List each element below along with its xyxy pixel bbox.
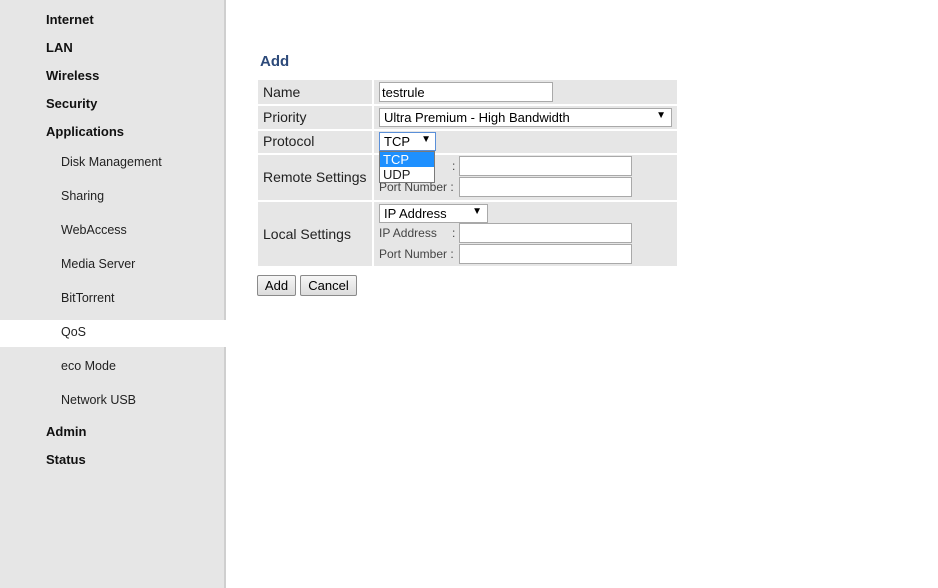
remote-ip-colon: : — [452, 159, 456, 173]
local-ip-colon: : — [452, 226, 456, 240]
nav-eco-mode[interactable]: eco Mode — [61, 359, 116, 373]
local-ip-input[interactable] — [459, 223, 632, 243]
remote-ip-input[interactable] — [459, 156, 632, 176]
nav-bittorrent[interactable]: BitTorrent — [61, 291, 115, 305]
protocol-option-tcp[interactable]: TCP — [380, 152, 434, 167]
nav-status[interactable]: Status — [46, 452, 86, 467]
priority-select[interactable]: Ultra Premium - High Bandwidth ▼ — [379, 108, 672, 127]
page-title: Add — [260, 53, 290, 70]
local-ip-label: IP Address — [379, 226, 437, 240]
name-input[interactable] — [379, 82, 553, 102]
nav-qos[interactable]: QoS — [61, 325, 86, 339]
remote-settings-label: Remote Settings — [263, 169, 367, 185]
qos-rule-form: Name Priority Ultra Premium - High Bandw… — [258, 80, 677, 266]
sidebar: Internet LAN Wireless Security Applicati… — [0, 0, 228, 588]
nav-sharing[interactable]: Sharing — [61, 189, 104, 203]
remote-port-input[interactable] — [459, 177, 632, 197]
add-button[interactable]: Add — [257, 275, 296, 296]
protocol-option-udp[interactable]: UDP — [380, 167, 434, 182]
nav-admin[interactable]: Admin — [46, 424, 86, 439]
chevron-down-icon: ▼ — [472, 206, 482, 217]
remote-settings-row: Remote Settings : Port Number : — [258, 155, 677, 200]
protocol-label: Protocol — [263, 133, 315, 149]
local-settings-label: Local Settings — [263, 226, 351, 242]
local-settings-row: Local Settings IP Address ▼ IP Address :… — [258, 202, 677, 266]
local-type-select[interactable]: IP Address ▼ — [379, 204, 488, 223]
nav-network-usb[interactable]: Network USB — [61, 393, 136, 407]
protocol-select[interactable]: TCP ▼ — [379, 132, 436, 151]
name-row: Name — [258, 80, 677, 104]
protocol-dropdown-list: TCP UDP — [379, 151, 435, 183]
priority-row: Priority Ultra Premium - High Bandwidth … — [258, 106, 677, 129]
priority-selected-value: Ultra Premium - High Bandwidth — [384, 110, 570, 125]
local-type-selected-value: IP Address — [384, 206, 447, 221]
priority-label: Priority — [263, 109, 307, 125]
cancel-button[interactable]: Cancel — [300, 275, 357, 296]
protocol-row: Protocol TCP ▼ — [258, 131, 677, 153]
nav-wireless[interactable]: Wireless — [46, 68, 99, 83]
nav-internet[interactable]: Internet — [46, 12, 94, 27]
active-nav-highlight — [0, 320, 228, 347]
chevron-down-icon: ▼ — [656, 110, 666, 121]
protocol-selected-value: TCP — [384, 134, 410, 149]
local-port-input[interactable] — [459, 244, 632, 264]
nav-webaccess[interactable]: WebAccess — [61, 223, 127, 237]
nav-applications[interactable]: Applications — [46, 124, 124, 139]
local-port-label: Port Number : — [379, 247, 454, 261]
nav-disk-management[interactable]: Disk Management — [61, 155, 162, 169]
nav-lan[interactable]: LAN — [46, 40, 73, 55]
name-label: Name — [263, 84, 301, 100]
chevron-down-icon: ▼ — [421, 134, 431, 145]
nav-security[interactable]: Security — [46, 96, 97, 111]
nav-media-server[interactable]: Media Server — [61, 257, 135, 271]
